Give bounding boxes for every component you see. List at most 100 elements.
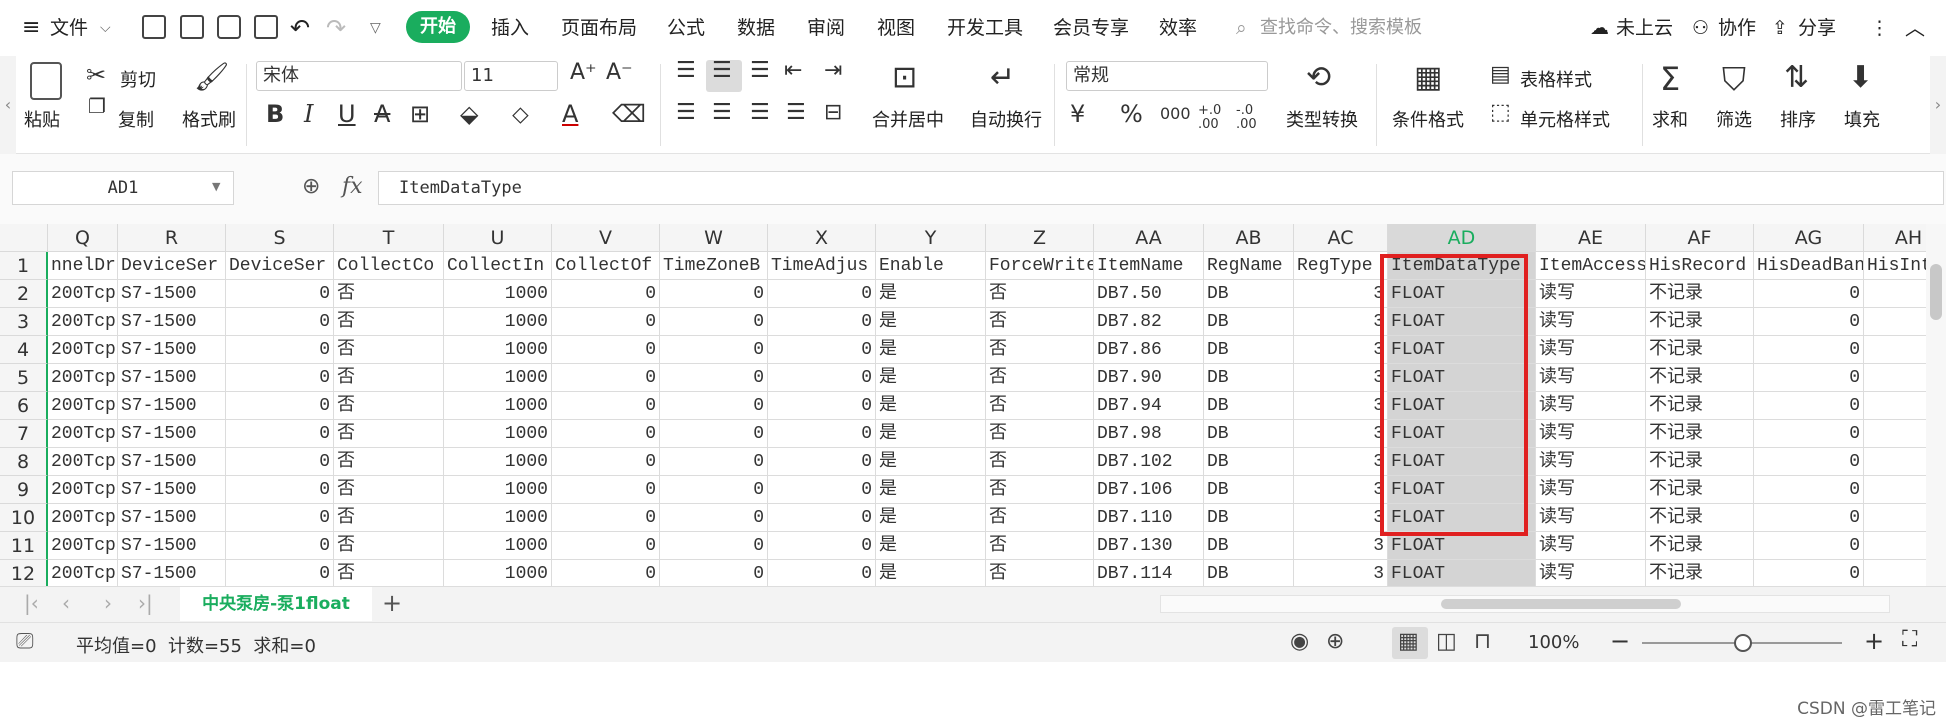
cell-r6[interactable]: S7-1500 [118,392,226,420]
cell-af6[interactable]: 不记录 [1646,392,1754,420]
font-name-select[interactable]: 宋体 [256,61,462,91]
input-method-icon[interactable]: ⊕ [1326,629,1344,654]
tab-start[interactable]: 开始 [406,11,470,43]
cell-z2[interactable]: 否 [986,280,1094,308]
paste-button[interactable]: 粘贴 [24,106,60,132]
cell-aa8[interactable]: DB7.102 [1094,448,1204,476]
cell-u1[interactable]: CollectIn [444,252,552,280]
cell-q5[interactable]: 200Tcp [48,364,118,392]
column-header-af[interactable]: AF [1646,224,1754,252]
cell-x4[interactable]: 0 [768,336,876,364]
cell-v10[interactable]: 0 [552,504,660,532]
cell-w9[interactable]: 0 [660,476,768,504]
font-color-icon[interactable]: A [562,100,578,128]
cell-v7[interactable]: 0 [552,420,660,448]
format-painter-button[interactable]: 格式刷 [182,106,236,132]
cell-w4[interactable]: 0 [660,336,768,364]
cell-ad6[interactable]: FLOAT [1388,392,1536,420]
cell-ad1[interactable]: ItemDataType [1388,252,1536,280]
cell-z12[interactable]: 否 [986,560,1094,588]
cell-u11[interactable]: 1000 [444,532,552,560]
conditional-format-icon[interactable]: ▦ [1414,60,1442,95]
align-top-icon[interactable]: ☰ [676,58,696,83]
hamburger-icon[interactable]: ≡ [22,14,40,42]
tab-insert[interactable]: 插入 [491,14,529,42]
cell-ab4[interactable]: DB [1204,336,1294,364]
column-header-u[interactable]: U [444,224,552,252]
cell-w7[interactable]: 0 [660,420,768,448]
cell-af1[interactable]: HisRecord [1646,252,1754,280]
cell-s6[interactable]: 0 [226,392,334,420]
cell-z7[interactable]: 否 [986,420,1094,448]
cell-ag4[interactable]: 0 [1754,336,1864,364]
conditional-format-button[interactable]: 条件格式 [1392,106,1464,132]
cell-ad2[interactable]: FLOAT [1388,280,1536,308]
cloud-status[interactable]: 未上云 [1616,14,1673,42]
column-header-ab[interactable]: AB [1204,224,1294,252]
cell-ac2[interactable]: 3 [1294,280,1388,308]
thousands-icon[interactable]: 000 [1160,104,1191,123]
cell-v11[interactable]: 0 [552,532,660,560]
print-icon[interactable] [217,15,241,39]
percent-icon[interactable]: % [1120,100,1143,128]
cell-q3[interactable]: 200Tcp [48,308,118,336]
zoom-slider-thumb[interactable] [1734,634,1752,652]
sort-icon[interactable]: ⇅ [1784,60,1809,95]
cell-w10[interactable]: 0 [660,504,768,532]
cell-q7[interactable]: 200Tcp [48,420,118,448]
column-header-aa[interactable]: AA [1094,224,1204,252]
cell-q1[interactable]: nnelDri [48,252,118,280]
cell-x10[interactable]: 0 [768,504,876,532]
tab-formula[interactable]: 公式 [667,14,705,42]
cell-q2[interactable]: 200Tcp [48,280,118,308]
number-format-select[interactable]: 常规 [1066,61,1268,91]
cell-ab10[interactable]: DB [1204,504,1294,532]
cell-ae10[interactable]: 读写 [1536,504,1646,532]
cell-y5[interactable]: 是 [876,364,986,392]
align-center-icon[interactable]: ☰ [712,100,732,125]
share-icon[interactable]: ⇪ [1772,14,1788,42]
cell-w5[interactable]: 0 [660,364,768,392]
cell-ad7[interactable]: FLOAT [1388,420,1536,448]
row-header[interactable]: 6 [0,392,48,420]
cell-z4[interactable]: 否 [986,336,1094,364]
decrease-font-icon[interactable]: A⁻ [606,60,633,85]
cell-ac5[interactable]: 3 [1294,364,1388,392]
cell-x6[interactable]: 0 [768,392,876,420]
font-size-select[interactable]: 11 [464,61,558,91]
cell-z11[interactable]: 否 [986,532,1094,560]
cell-ac4[interactable]: 3 [1294,336,1388,364]
cell-w12[interactable]: 0 [660,560,768,588]
cell-t11[interactable]: 否 [334,532,444,560]
cell-ab9[interactable]: DB [1204,476,1294,504]
merge-center-button[interactable]: 合并居中 [872,106,944,132]
cell-w3[interactable]: 0 [660,308,768,336]
row-header[interactable]: 11 [0,532,48,560]
last-sheet-icon[interactable]: ›| [138,591,153,615]
cell-v4[interactable]: 0 [552,336,660,364]
cell-v9[interactable]: 0 [552,476,660,504]
cell-af4[interactable]: 不记录 [1646,336,1754,364]
cell-v3[interactable]: 0 [552,308,660,336]
cell-ae3[interactable]: 读写 [1536,308,1646,336]
cell-r1[interactable]: DeviceSer [118,252,226,280]
more-icon[interactable]: ⋮ [1870,14,1889,42]
cell-y3[interactable]: 是 [876,308,986,336]
cell-ab1[interactable]: RegName [1204,252,1294,280]
cell-z10[interactable]: 否 [986,504,1094,532]
cell-ag7[interactable]: 0 [1754,420,1864,448]
cell-w6[interactable]: 0 [660,392,768,420]
highlight-icon[interactable]: ⬦ [512,100,529,128]
cell-y1[interactable]: Enable [876,252,986,280]
cell-q10[interactable]: 200Tcp [48,504,118,532]
cell-aa11[interactable]: DB7.130 [1094,532,1204,560]
collab-button[interactable]: 协作 [1718,14,1756,42]
cell-t6[interactable]: 否 [334,392,444,420]
cell-af5[interactable]: 不记录 [1646,364,1754,392]
cell-ae8[interactable]: 读写 [1536,448,1646,476]
cell-ae4[interactable]: 读写 [1536,336,1646,364]
cell-ae2[interactable]: 读写 [1536,280,1646,308]
cell-s5[interactable]: 0 [226,364,334,392]
cell-q11[interactable]: 200Tcp [48,532,118,560]
indent-decrease-icon[interactable]: ⇤ [784,58,802,83]
